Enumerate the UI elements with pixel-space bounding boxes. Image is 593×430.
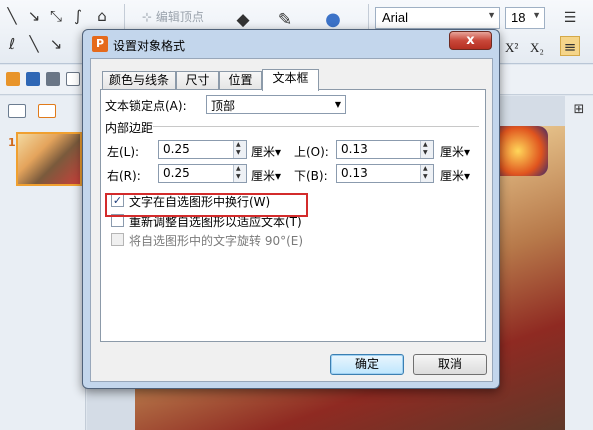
right-margin-value: 0.25 xyxy=(163,166,190,180)
line-tool-2-icon[interactable]: ╲ xyxy=(24,34,44,54)
line-tool-icon[interactable]: ╲ xyxy=(2,6,22,26)
bottom-margin-input[interactable]: 0.13 ▲ ▼ xyxy=(336,164,434,183)
elbow-arrow-icon[interactable]: ↘ xyxy=(46,34,66,54)
chevron-down-icon: ▼ xyxy=(532,10,541,20)
cancel-label: 取消 xyxy=(437,357,462,371)
spin-up-icon[interactable]: ▲ xyxy=(423,166,428,172)
font-size-value: 18 xyxy=(511,10,526,25)
double-arrow-icon[interactable]: ⤡ xyxy=(46,6,66,26)
fill-bucket-icon[interactable]: ◆ xyxy=(233,10,253,30)
tab-label: 位置 xyxy=(228,73,253,87)
top-margin-value: 0.13 xyxy=(341,142,368,156)
bottom-margin-value: 0.13 xyxy=(341,166,368,180)
slide-number: 1 xyxy=(8,136,16,149)
app-menu-icon[interactable] xyxy=(6,72,20,86)
spin-buttons[interactable]: ▲ ▼ xyxy=(420,141,433,158)
ok-label: 确定 xyxy=(354,357,379,371)
list-icon[interactable]: ☰ xyxy=(560,8,580,28)
slide-thumbnail[interactable] xyxy=(16,132,82,186)
spin-up-icon[interactable]: ▲ xyxy=(423,142,428,148)
right-margin-unit[interactable]: 厘米▾ xyxy=(251,167,281,184)
spin-down-icon[interactable]: ▼ xyxy=(423,174,428,180)
subscript-button[interactable]: X₂ xyxy=(530,40,544,56)
tab-label: 文本框 xyxy=(272,71,309,85)
left-margin-label: 左(L): xyxy=(107,145,140,159)
section-divider xyxy=(153,126,479,127)
rotate-text-checkbox xyxy=(111,233,124,246)
dialog-client: 颜色与线条 尺寸 位置 文本框 文本锁定点(A): 顶部 ▼ 内部边距 左(L)… xyxy=(90,58,493,382)
chevron-down-icon: ▼ xyxy=(334,100,341,109)
tab-color-line[interactable]: 颜色与线条 xyxy=(102,71,176,90)
font-size-select[interactable]: 18 ▼ xyxy=(505,7,545,29)
spin-buttons[interactable]: ▲ ▼ xyxy=(233,141,246,158)
top-margin-label: 上(O): xyxy=(294,145,329,159)
close-icon: x xyxy=(466,33,475,48)
document-icon[interactable] xyxy=(66,72,80,86)
dialog-title: 设置对象格式 xyxy=(113,39,186,53)
outline-tab-icon[interactable] xyxy=(8,104,26,118)
superscript-button[interactable]: X² xyxy=(505,40,518,56)
highlight-box xyxy=(105,193,308,217)
freeform-icon[interactable]: ⌂ xyxy=(92,6,112,26)
app-icon: P xyxy=(92,36,108,52)
rotate-text-option: 将自选图形中的文字旋转 90°(E) xyxy=(111,232,321,248)
margins-header: 内部边距 xyxy=(105,121,154,135)
top-margin-unit[interactable]: 厘米▾ xyxy=(440,143,470,160)
tab-label: 颜色与线条 xyxy=(108,73,169,87)
font-name-value: Arial xyxy=(382,10,409,25)
edit-vertex-button[interactable]: ⊹ 编辑顶点 xyxy=(142,8,204,25)
tab-label: 尺寸 xyxy=(185,73,210,87)
arrow-tool-icon[interactable]: ↘ xyxy=(24,6,44,26)
anchor-value: 顶部 xyxy=(211,99,236,113)
chevron-down-icon: ▼ xyxy=(487,10,496,20)
right-margin-input[interactable]: 0.25 ▲ ▼ xyxy=(158,164,247,183)
pin-icon[interactable]: ⊞ xyxy=(569,100,589,120)
right-toolbar: ⊞ xyxy=(565,96,593,430)
spin-down-icon[interactable]: ▼ xyxy=(236,174,241,180)
save-icon[interactable] xyxy=(26,72,40,86)
align-left-icon[interactable]: ≡ xyxy=(560,36,580,56)
font-name-select[interactable]: Arial ▼ xyxy=(375,7,500,29)
ok-button[interactable]: 确定 xyxy=(330,354,404,375)
line-color-icon[interactable]: ✎ xyxy=(275,10,295,30)
bottom-margin-label: 下(B): xyxy=(294,169,328,183)
curve-tool-icon[interactable]: ∫ xyxy=(68,6,88,26)
anchor-select[interactable]: 顶部 ▼ xyxy=(206,95,346,114)
left-margin-unit[interactable]: 厘米▾ xyxy=(251,143,281,160)
edit-vertex-label: 编辑顶点 xyxy=(155,10,204,24)
spin-down-icon[interactable]: ▼ xyxy=(423,150,428,156)
bottom-margin-unit[interactable]: 厘米▾ xyxy=(440,167,470,184)
left-margin-input[interactable]: 0.25 ▲ ▼ xyxy=(158,140,247,159)
spin-buttons[interactable]: ▲ ▼ xyxy=(420,165,433,182)
tab-position[interactable]: 位置 xyxy=(219,71,262,90)
spin-buttons[interactable]: ▲ ▼ xyxy=(233,165,246,182)
spin-down-icon[interactable]: ▼ xyxy=(236,150,241,156)
right-margin-label: 右(R): xyxy=(107,169,141,183)
tab-textbox[interactable]: 文本框 xyxy=(262,69,319,91)
shape-effect-icon[interactable]: ● xyxy=(323,10,343,30)
spin-up-icon[interactable]: ▲ xyxy=(236,166,241,172)
slides-tab-icon[interactable] xyxy=(38,104,56,118)
anchor-label: 文本锁定点(A): xyxy=(105,99,187,113)
cancel-button[interactable]: 取消 xyxy=(413,354,487,375)
top-margin-input[interactable]: 0.13 ▲ ▼ xyxy=(336,140,434,159)
rotate-text-label: 将自选图形中的文字旋转 90°(E) xyxy=(129,234,304,248)
scribble-icon[interactable]: ℓ xyxy=(2,34,22,54)
left-margin-value: 0.25 xyxy=(163,142,190,156)
tab-size[interactable]: 尺寸 xyxy=(176,71,219,90)
spin-up-icon[interactable]: ▲ xyxy=(236,142,241,148)
close-button[interactable]: x xyxy=(449,31,492,50)
print-icon[interactable] xyxy=(46,72,60,86)
slide-panel: 1 xyxy=(0,96,86,430)
